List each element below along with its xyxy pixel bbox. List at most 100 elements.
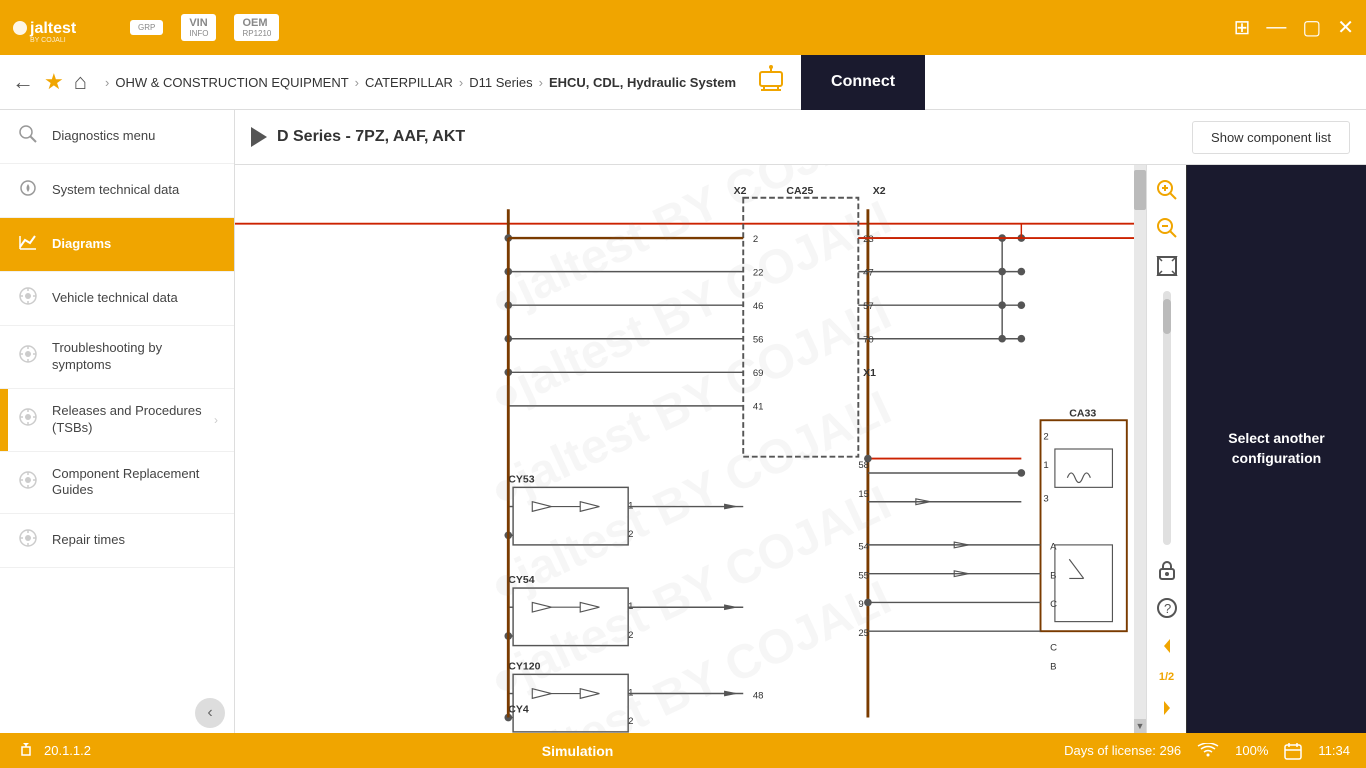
sidebar-item-repair-times[interactable]: Repair times: [0, 514, 234, 568]
help-icon[interactable]: ?: [1150, 591, 1184, 625]
svg-text:58: 58: [858, 460, 869, 471]
svg-text:70: 70: [863, 335, 874, 346]
navbar: ← ★ ⌂ › OHW & CONSTRUCTION EQUIPMENT › C…: [0, 55, 1366, 110]
connect-button[interactable]: Connect: [801, 55, 925, 110]
maximize-icon[interactable]: ▢: [1302, 15, 1321, 40]
sidebar-item-diagnostics-menu[interactable]: Diagnostics menu: [0, 110, 234, 164]
svg-text:C: C: [1050, 642, 1057, 653]
scroll-thumb: [1163, 299, 1171, 334]
oem-button[interactable]: OEM RP1210: [234, 14, 279, 41]
sidebar-item-diagrams[interactable]: Diagrams: [0, 218, 234, 272]
vin-button[interactable]: VIN INFO: [181, 14, 216, 41]
time-label: 11:34: [1318, 743, 1350, 758]
sidebar-collapse-button[interactable]: ‹: [195, 698, 225, 728]
version-label: 20.1.1.2: [44, 743, 91, 758]
breadcrumb: › OHW & CONSTRUCTION EQUIPMENT › CATERPI…: [97, 75, 744, 90]
content-header: D Series - 7PZ, AAF, AKT Show component …: [235, 110, 1366, 165]
select-another-config-button[interactable]: Select anotherconfiguration: [1186, 165, 1366, 733]
svg-text:69: 69: [753, 368, 764, 379]
hydraulic-diagram: CA25 X2 X2 2 22 46 56: [235, 165, 1146, 733]
diagram-title: D Series - 7PZ, AAF, AKT: [277, 128, 465, 146]
svg-text:3: 3: [1043, 494, 1048, 505]
scrollbar-thumb: [1134, 170, 1146, 210]
svg-text:2: 2: [628, 630, 633, 641]
svg-text:54: 54: [858, 542, 869, 553]
sidebar-item-troubleshooting-by-symptoms[interactable]: Troubleshooting by symptoms: [0, 326, 234, 389]
diagram-type-icon: [251, 127, 267, 147]
right-toolbar: ? 1/2: [1146, 165, 1186, 733]
show-component-list-button[interactable]: Show component list: [1192, 121, 1350, 154]
breadcrumb-sep-3: ›: [539, 75, 543, 90]
releases-icon: [16, 407, 40, 432]
days-of-license-label: Days of license: 296: [1064, 743, 1181, 758]
releases-arrow-icon: ›: [214, 413, 218, 427]
sidebar-item-releases-label: Releases and Procedures (TSBs): [52, 403, 202, 437]
breadcrumb-item-2[interactable]: D11 Series: [469, 75, 532, 90]
navbar-right: Connect: [756, 55, 925, 110]
content-title-area: D Series - 7PZ, AAF, AKT: [251, 127, 465, 147]
svg-text:47: 47: [863, 267, 874, 278]
svg-text:46: 46: [753, 301, 764, 312]
svg-text:25: 25: [858, 628, 869, 639]
sidebar-item-troubleshooting-label: Troubleshooting by symptoms: [52, 340, 218, 374]
svg-text:B: B: [1050, 570, 1056, 581]
diagnostics-menu-icon: [16, 124, 40, 149]
diagrams-icon: [16, 232, 40, 257]
vertical-scroll-track[interactable]: [1163, 291, 1171, 545]
grp-button[interactable]: GRP: [130, 20, 163, 35]
arrow-right-button[interactable]: [1150, 691, 1184, 725]
sidebar-item-repair-times-label: Repair times: [52, 532, 218, 549]
svg-text:2: 2: [628, 716, 633, 727]
scrollbar-down-arrow[interactable]: ▼: [1134, 719, 1146, 733]
zoom-in-button[interactable]: [1150, 173, 1184, 207]
lock-icon[interactable]: [1150, 553, 1184, 587]
breadcrumb-sep-1: ›: [355, 75, 359, 90]
sidebar-item-component-replacement[interactable]: Component Replacement Guides: [0, 452, 234, 515]
breadcrumb-sep-2: ›: [459, 75, 463, 90]
breadcrumb-item-0[interactable]: OHW & CONSTRUCTION EQUIPMENT: [115, 75, 348, 90]
connection-status-icon[interactable]: [756, 64, 786, 100]
minimize-icon[interactable]: —: [1266, 16, 1286, 39]
sidebar-item-vehicle-technical-data[interactable]: Vehicle technical data: [0, 272, 234, 326]
svg-text:X2: X2: [734, 185, 747, 197]
svg-text:C: C: [1050, 599, 1057, 610]
sidebar-item-system-technical-data[interactable]: System technical data: [0, 164, 234, 218]
svg-text:55: 55: [858, 570, 869, 581]
favorites-button[interactable]: ★: [44, 69, 64, 95]
usb-icon: [16, 743, 36, 759]
grid-icon[interactable]: ⊞: [1234, 15, 1251, 40]
svg-text:15: 15: [858, 489, 869, 500]
home-button[interactable]: ⌂: [74, 69, 87, 95]
sidebar-item-releases-procedures[interactable]: Releases and Procedures (TSBs) ›: [0, 389, 234, 452]
main-layout: Diagnostics menu System technical data D…: [0, 110, 1366, 733]
sidebar-collapse-area: ‹: [0, 698, 235, 728]
svg-text:2: 2: [1043, 431, 1048, 442]
svg-text:22: 22: [753, 267, 764, 278]
svg-text:BY COJALI: BY COJALI: [30, 37, 66, 44]
svg-text:CY54: CY54: [508, 574, 534, 586]
back-button[interactable]: ←: [12, 69, 34, 95]
diagram-area[interactable]: ●jaltest BY COJALI ●jaltest BY COJALI ●j…: [235, 165, 1146, 733]
content-area: D Series - 7PZ, AAF, AKT Show component …: [235, 110, 1366, 733]
svg-text:jaltest: jaltest: [29, 20, 77, 37]
breadcrumb-item-1[interactable]: CATERPILLAR: [365, 75, 453, 90]
select-another-config-label: Select anotherconfiguration: [1228, 429, 1324, 468]
zoom-out-button[interactable]: [1150, 211, 1184, 245]
topbar: jaltest BY COJALI GRP VIN INFO OEM RP121…: [0, 0, 1366, 55]
sidebar-item-component-replacement-label: Component Replacement Guides: [52, 466, 218, 500]
breadcrumb-sep-0: ›: [105, 75, 109, 90]
svg-text:41: 41: [753, 402, 764, 413]
svg-text:B: B: [1050, 662, 1056, 673]
arrow-left-button[interactable]: [1150, 629, 1184, 663]
breadcrumb-item-3[interactable]: EHCU, CDL, Hydraulic System: [549, 75, 736, 90]
component-replacement-icon: [16, 470, 40, 495]
svg-text:9: 9: [858, 599, 863, 610]
fit-to-screen-button[interactable]: [1150, 249, 1184, 283]
svg-text:CA33: CA33: [1069, 407, 1096, 419]
vertical-scrollbar[interactable]: ▼: [1134, 165, 1146, 733]
close-icon[interactable]: ✕: [1337, 15, 1354, 40]
bottombar-left: 20.1.1.2: [16, 743, 91, 759]
sidebar-item-vehicle-technical-data-label: Vehicle technical data: [52, 290, 218, 307]
zoom-level: 100%: [1235, 743, 1268, 758]
diagram-container: ●jaltest BY COJALI ●jaltest BY COJALI ●j…: [235, 165, 1366, 733]
